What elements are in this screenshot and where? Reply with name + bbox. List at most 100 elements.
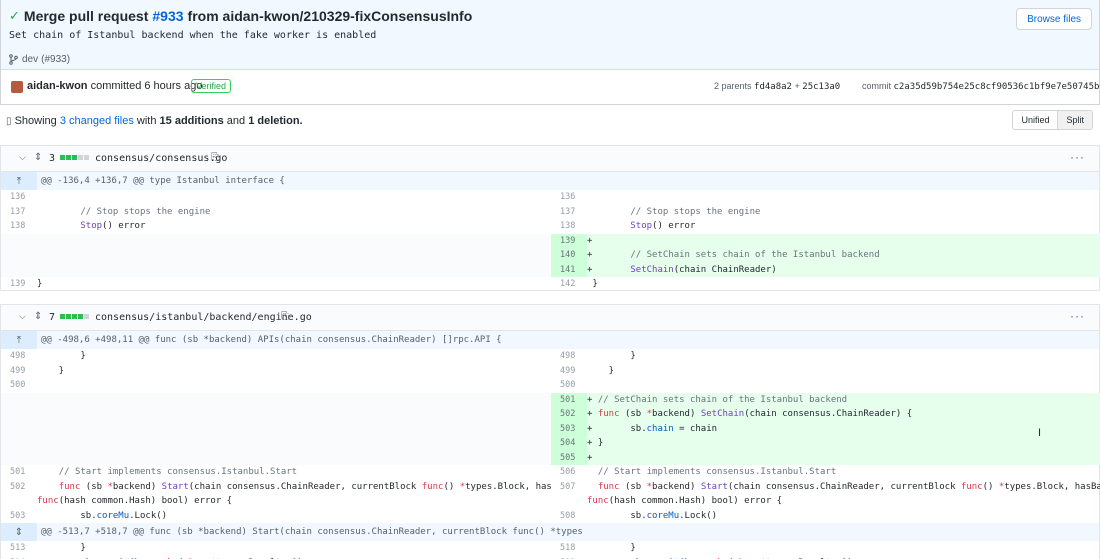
kebab-horizontal-icon[interactable]: ··· [1070,309,1085,323]
right-line-number[interactable]: 136 [551,190,587,205]
branch-name[interactable]: dev [22,54,38,65]
left-line-number[interactable]: 500 [1,378,37,393]
verified-badge[interactable]: Verified [191,79,232,93]
left-line-number[interactable] [1,494,37,509]
right-code: sb.coreMu.Lock() [630,510,718,521]
file-path[interactable]: consensus/consensus.go [95,153,227,164]
left-line-number[interactable] [1,262,37,277]
parent2-sha[interactable]: 25c13a0 [802,82,840,92]
left-line-number[interactable] [1,436,37,451]
right-code: } [587,543,636,553]
right-line-number[interactable]: 499 [551,364,587,379]
unfold-icon[interactable]: ⇕ [1,523,37,541]
git-branch-icon [9,54,18,65]
left-code: sb.commitCh = make(chan *types.Result, 1… [37,556,551,559]
right-line-number[interactable]: 142 [551,277,587,292]
left-line-number[interactable]: 513 [1,541,37,556]
left-line-number[interactable] [1,248,37,263]
left-line-number[interactable] [1,392,37,407]
file-diff: ⌵ ⇕ 7 consensus/istanbul/backend/engine.… [0,304,1100,559]
diffstat-block [66,155,71,160]
expand-up-icon[interactable]: ⤒ [1,331,37,349]
right-code: func (sb *backend) Start(chain consensus… [597,481,1100,492]
hunk-text: @@ -136,4 +136,7 @@ type Istanbul interf… [41,176,285,186]
left-line-number[interactable]: 137 [1,205,37,220]
left-code [37,378,551,393]
left-line-number[interactable]: 136 [1,190,37,205]
hunk-header: ⤒ @@ -498,6 +498,11 @@ func (sb *backend… [1,331,1099,349]
right-line-number[interactable]: 137 [551,205,587,220]
unfold-icon[interactable]: ⇕ [34,311,42,322]
diff-toolbar: ▯ Showing 3 changed files with 15 additi… [0,108,1100,136]
left-line-number[interactable]: 514 [1,556,37,559]
left-code: // Start implements consensus.Istanbul.S… [58,467,298,477]
file-header: ⌵ ⇕ 7 consensus/istanbul/backend/engine.… [1,305,1099,331]
left-line-number[interactable]: 502 [1,480,37,495]
diff-view-toggle: Unified Split [1012,110,1093,130]
hunk-text: @@ -498,6 +498,11 @@ func (sb *backend) … [41,335,502,345]
pr-link[interactable]: #933 [152,8,183,24]
left-line-number[interactable] [1,407,37,422]
avatar[interactable] [11,81,23,93]
diff-row: 136 136 [1,190,1099,205]
right-line-number[interactable]: 519 [551,556,587,559]
changed-files-link[interactable]: 3 changed files [60,115,134,127]
commit-header: ✓ Merge pull request #933 from aidan-kwo… [0,0,1100,105]
expand-up-icon[interactable]: ⤒ [1,172,37,190]
file-path[interactable]: consensus/istanbul/backend/engine.go [95,312,312,323]
right-line-number[interactable]: 507 [551,480,587,495]
right-line-number[interactable]: 502 [551,407,587,422]
diffstat-block [60,155,65,160]
chevron-down-icon[interactable]: ⌵ [19,311,26,322]
kebab-horizontal-icon[interactable]: ··· [1070,150,1085,164]
left-line-number[interactable]: 499 [1,364,37,379]
left-line-number[interactable]: 138 [1,219,37,234]
diff-row: func(hash common.Hash) bool) error {func… [1,494,1099,509]
right-line-number[interactable]: 503 [551,421,587,436]
right-line-number[interactable]: 504 [551,436,587,451]
right-code: + sb.chain = chain [587,421,1100,436]
diff-row: 514 sb.commitCh = make(chan *types.Resul… [1,556,1099,559]
right-line-number[interactable]: 501 [551,392,587,407]
left-code: } [37,351,86,361]
right-line-number[interactable] [551,494,587,509]
right-line-number[interactable]: 140 [551,248,587,263]
left-line-number[interactable] [1,233,37,248]
unified-button[interactable]: Unified [1013,111,1058,129]
browse-files-button[interactable]: Browse files [1016,8,1092,30]
file-diff-icon: ▯ [6,116,12,127]
clipboard-icon[interactable]: ⎘ [281,311,289,322]
clipboard-icon[interactable]: ⎘ [211,152,219,163]
chevron-down-icon[interactable]: ⌵ [19,152,26,163]
left-line-number[interactable]: 139 [1,277,37,292]
author-line: aidan-kwon committed 6 hours ago [27,80,202,92]
right-line-number[interactable]: 518 [551,541,587,556]
left-line-number[interactable] [1,421,37,436]
right-line-number[interactable]: 139 [551,233,587,248]
left-line-number[interactable] [1,450,37,465]
author-link[interactable]: aidan-kwon [27,80,88,92]
left-line-number[interactable]: 503 [1,509,37,524]
right-line-number[interactable]: 141 [551,262,587,277]
parent1-sha[interactable]: fd4a8a2 [754,82,792,92]
hunk-header-2: ⇕ @@ -513,7 +518,7 @@ func (sb *backend)… [1,523,1099,541]
right-line-number[interactable]: 505 [551,450,587,465]
right-line-number[interactable]: 508 [551,509,587,524]
diff-row: 503 sb.coreMu.Lock() 508 sb.coreMu.Lock() [1,509,1099,524]
right-line-number[interactable]: 506 [551,465,587,480]
left-line-number[interactable]: 498 [1,349,37,364]
commit-title-suffix: from aidan-kwon/210329-fixConsensusInfo [187,8,473,24]
right-line-number[interactable]: 138 [551,219,587,234]
right-code: } [587,365,615,376]
branch-pr[interactable]: (#933) [41,54,70,65]
right-line-number[interactable]: 498 [551,349,587,364]
unfold-icon[interactable]: ⇕ [34,152,42,163]
left-code: func(hash common.Hash) bool) error { [37,496,233,506]
split-button[interactable]: Split [1057,111,1092,129]
commit-label: commit [862,81,891,91]
left-code [37,190,551,205]
left-line-number[interactable]: 501 [1,465,37,480]
right-line-number[interactable]: 500 [551,378,587,393]
parents-info: 2 parents fd4a8a2 + 25c13a0 [714,81,840,92]
right-code: + func (sb *backend) SetChain(chain cons… [587,407,1100,422]
